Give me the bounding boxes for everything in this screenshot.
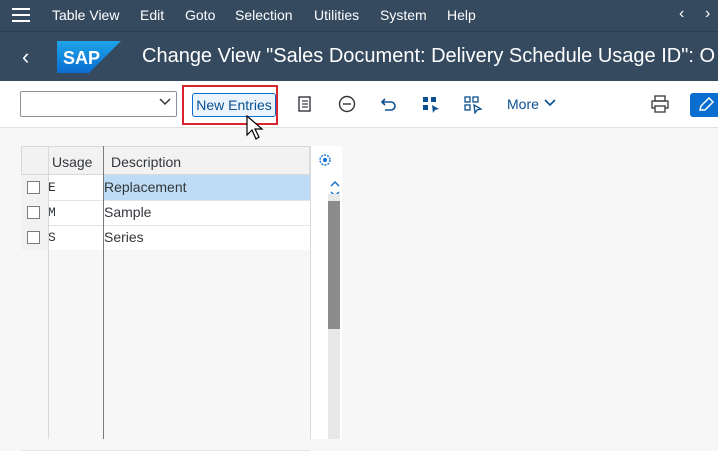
menu-table-view[interactable]: Table View bbox=[52, 7, 119, 23]
print-icon[interactable] bbox=[650, 94, 670, 114]
cell-description[interactable]: Replacement bbox=[104, 179, 187, 195]
table-row[interactable]: E Replacement bbox=[21, 175, 310, 201]
empty-row bbox=[21, 275, 310, 301]
menu-bar: Table View Edit Goto Selection Utilities… bbox=[0, 0, 718, 31]
chevron-left-icon[interactable]: ‹ bbox=[679, 5, 684, 23]
sap-logo-text: SAP bbox=[63, 48, 100, 68]
command-field[interactable] bbox=[20, 91, 177, 117]
mouse-cursor-icon bbox=[246, 114, 264, 140]
sap-logo: SAP bbox=[57, 41, 121, 73]
empty-row bbox=[21, 325, 310, 351]
cell-description[interactable]: Series bbox=[104, 229, 144, 245]
empty-row bbox=[21, 375, 310, 401]
row-select-checkbox[interactable] bbox=[27, 231, 40, 244]
table-header: Usage Description bbox=[21, 146, 310, 175]
deselect-all-icon[interactable] bbox=[463, 94, 483, 114]
empty-row bbox=[21, 350, 310, 376]
table-settings-icon[interactable] bbox=[318, 153, 332, 167]
back-arrow-icon[interactable]: ‹ bbox=[22, 44, 29, 70]
empty-row bbox=[21, 425, 310, 451]
menu-utilities[interactable]: Utilities bbox=[314, 7, 359, 23]
menu-goto[interactable]: Goto bbox=[185, 7, 215, 23]
data-table: Usage Description E Replacement M Sample… bbox=[21, 146, 342, 451]
row-select-checkbox[interactable] bbox=[27, 206, 40, 219]
row-select-checkbox[interactable] bbox=[27, 181, 40, 194]
empty-row bbox=[21, 300, 310, 326]
menu-edit[interactable]: Edit bbox=[140, 7, 164, 23]
page-title: Change View "Sales Document: Delivery Sc… bbox=[142, 45, 715, 67]
table-row[interactable]: S Series bbox=[21, 225, 310, 251]
column-header-description[interactable]: Description bbox=[111, 154, 181, 170]
select-all-icon[interactable] bbox=[421, 94, 441, 114]
scrollbar-thumb[interactable] bbox=[328, 201, 340, 329]
table-row[interactable]: M Sample bbox=[21, 200, 310, 226]
chevron-down-icon[interactable] bbox=[543, 97, 557, 109]
column-header-usage[interactable]: Usage bbox=[52, 154, 92, 170]
toolbar: New Entries More bbox=[0, 81, 718, 128]
empty-row bbox=[21, 250, 310, 276]
more-button[interactable]: More bbox=[507, 96, 539, 112]
cell-usage: S bbox=[48, 230, 56, 245]
pencil-icon bbox=[699, 96, 715, 111]
menu-help[interactable]: Help bbox=[447, 7, 476, 23]
menu-selection[interactable]: Selection bbox=[235, 7, 293, 23]
copy-as-icon[interactable] bbox=[295, 94, 315, 114]
cell-usage: M bbox=[48, 205, 56, 220]
cell-description[interactable]: Sample bbox=[104, 204, 151, 220]
chevron-down-icon[interactable] bbox=[158, 94, 172, 108]
chevron-right-icon[interactable]: › bbox=[705, 5, 710, 23]
hamburger-menu-icon[interactable] bbox=[12, 8, 30, 23]
cell-usage: E bbox=[48, 180, 56, 195]
title-bar: ‹ SAP Change View "Sales Document: Deliv… bbox=[0, 31, 718, 82]
undo-icon[interactable] bbox=[379, 94, 399, 114]
empty-row bbox=[21, 400, 310, 426]
menu-system[interactable]: System bbox=[380, 7, 427, 23]
column-divider[interactable] bbox=[103, 146, 104, 439]
delete-icon[interactable] bbox=[337, 94, 357, 114]
edit-button[interactable] bbox=[690, 93, 718, 117]
